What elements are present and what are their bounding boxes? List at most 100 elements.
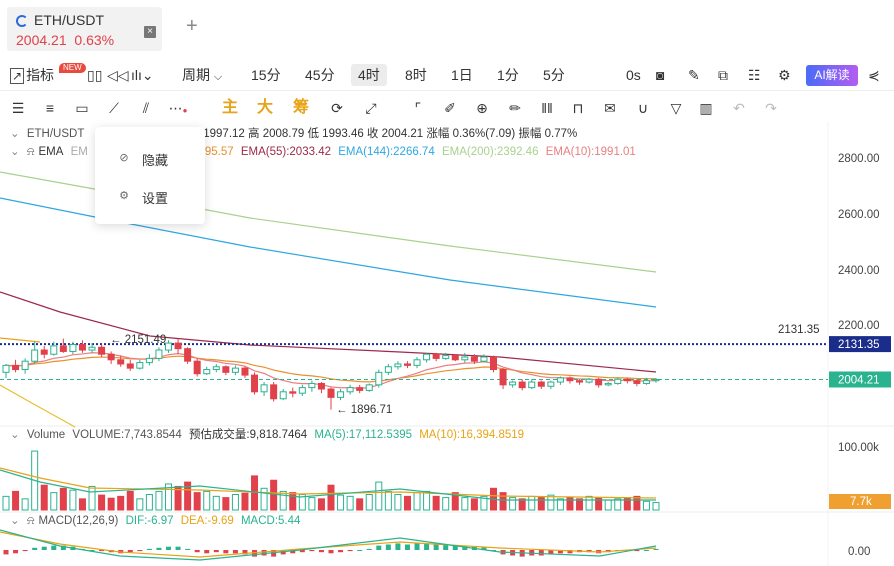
macd-bar xyxy=(261,550,267,556)
candle-body xyxy=(212,366,220,371)
candle-body xyxy=(327,388,335,398)
volume-bar xyxy=(203,490,211,511)
candle-body xyxy=(251,374,259,393)
zoom-icon[interactable]: ⊕ xyxy=(472,98,492,118)
more-icon[interactable]: ⋯● xyxy=(168,98,188,118)
candle-body xyxy=(98,346,106,355)
bell-icon[interactable]: ⍾ xyxy=(27,515,35,527)
copy-icon[interactable]: ⧉ xyxy=(718,66,728,84)
ai-analysis-button[interactable]: AI解读 xyxy=(806,65,858,86)
measure-icon[interactable]: ⤢ xyxy=(361,98,381,118)
bell-icon[interactable]: ⍾ xyxy=(27,146,35,158)
macd-legend: ⌄ ⍾ MACD(12,26,9) DIF:-6.97 DEA:-9.69 MAC… xyxy=(10,514,304,528)
chevron-down-icon[interactable]: ⌄ xyxy=(10,515,20,527)
macd-bar xyxy=(213,550,219,553)
parallel-line-icon[interactable]: ⫽ xyxy=(136,98,156,118)
macd-bar xyxy=(185,548,191,550)
close-icon[interactable]: × xyxy=(144,26,156,38)
chevron-down-icon[interactable]: ⌄ xyxy=(10,146,20,158)
period-1d[interactable]: 1日 xyxy=(451,66,473,84)
volume-bar xyxy=(317,498,325,511)
period-1m[interactable]: 1分 xyxy=(497,66,519,84)
note-icon[interactable]: ✉ xyxy=(600,98,620,118)
refresh-icon[interactable]: ⟳ xyxy=(327,98,347,118)
candle-body xyxy=(145,357,153,364)
candle-body xyxy=(423,353,431,361)
candle-body xyxy=(480,356,488,362)
chevron-down-icon[interactable]: ⌄ xyxy=(10,128,20,140)
list-icon[interactable]: ☷ xyxy=(748,66,761,84)
menu-icon[interactable]: ☰ xyxy=(8,98,28,118)
settings-icon[interactable]: ⚙ xyxy=(778,66,791,84)
settings-label: 设置 xyxy=(142,191,169,206)
redo-icon[interactable]: ↷ xyxy=(761,98,781,118)
volume-bar xyxy=(117,495,125,511)
volume-bar xyxy=(308,497,316,511)
volume-bar xyxy=(50,492,58,511)
ema-label: EMA xyxy=(38,146,64,158)
volume-bar xyxy=(126,490,134,511)
tab-bar: ETH/USDT 2004.21 0.63% × + xyxy=(0,0,894,56)
macd-bar xyxy=(232,550,238,554)
chevron-down-icon[interactable]: ⌄ xyxy=(10,429,20,441)
ema55-value: EMA(55):2033.42 xyxy=(240,146,331,158)
alert-line-value: 2131.35 xyxy=(778,324,820,336)
rectangle-icon[interactable]: ▭ xyxy=(72,98,92,118)
period-5m[interactable]: 5分 xyxy=(543,66,565,84)
camera-icon[interactable]: ◙ xyxy=(656,66,664,84)
candle-body xyxy=(231,367,239,373)
trash-icon[interactable]: ▥ xyxy=(696,98,716,118)
macd-bar xyxy=(366,548,372,550)
indicator-button[interactable]: ↗ 指标 NEW xyxy=(10,63,86,85)
hamburger-icon[interactable]: ≡ xyxy=(40,98,60,118)
volume-bar xyxy=(384,490,392,511)
indicator-label: 指标 xyxy=(26,67,55,83)
volume-bar xyxy=(107,497,115,511)
main-indicator-button[interactable]: 主 xyxy=(220,98,240,118)
period-4h[interactable]: 4时 xyxy=(351,64,387,86)
volume-bar xyxy=(59,487,67,511)
chart-line-icon: ↗ xyxy=(10,68,25,84)
chip-button[interactable]: 筹 xyxy=(291,98,311,118)
gear-icon: ⚙ xyxy=(119,190,129,202)
legend-symbol: ETH/USDT xyxy=(26,128,85,140)
period-label: 周期 xyxy=(182,67,210,83)
macd-bar xyxy=(433,544,439,550)
macd-bar xyxy=(309,550,315,552)
candle-body xyxy=(642,380,650,384)
brush-icon[interactable]: ✏ xyxy=(505,98,525,118)
pen-icon[interactable]: ✎ xyxy=(688,66,700,84)
plus-icon[interactable]: + xyxy=(186,14,198,38)
ema10-line xyxy=(5,352,657,389)
layout-icon[interactable]: ▯▯ xyxy=(87,66,102,84)
macd-bar xyxy=(318,550,324,553)
lock-icon[interactable]: ⊓ xyxy=(568,98,588,118)
period-15m[interactable]: 15分 xyxy=(251,66,281,84)
replay-button[interactable]: 0s xyxy=(626,66,641,84)
bar-chart-icon[interactable]: ılı⌄ xyxy=(131,66,154,84)
big-order-button[interactable]: 大 xyxy=(255,98,275,118)
trend-line-icon[interactable]: ⟋ xyxy=(104,98,124,118)
candle-body xyxy=(222,366,230,373)
period-8h[interactable]: 8时 xyxy=(405,66,427,84)
ruler-icon[interactable]: ✐ xyxy=(440,98,460,118)
filter-icon[interactable]: ▽ xyxy=(666,98,686,118)
symbol-tab[interactable]: ETH/USDT 2004.21 0.63% × xyxy=(7,7,162,51)
eye-off-icon: ⊘ xyxy=(119,152,129,164)
undo-icon[interactable]: ↶ xyxy=(729,98,749,118)
period-dropdown[interactable]: 周期 ⌵ xyxy=(182,66,222,86)
crop-icon[interactable]: ⌜ xyxy=(408,98,428,118)
candle-body xyxy=(270,384,278,400)
volume-bar xyxy=(337,494,345,511)
high-annotation: ← 2151.49 xyxy=(110,334,166,346)
rewind-icon[interactable]: ◁◁ xyxy=(107,66,129,84)
period-45m[interactable]: 45分 xyxy=(305,66,335,84)
macd-bar xyxy=(338,550,344,553)
magnet-icon[interactable]: ∪ xyxy=(633,98,653,118)
chevron-down-icon: ⌵ xyxy=(213,71,223,83)
share-icon[interactable]: ⋞ xyxy=(868,66,880,84)
period-bar: ↗ 指标 NEW ▯▯ ◁◁ ılı⌄ 周期 ⌵ 15分 45分 4时 8时 1日… xyxy=(0,60,894,90)
candle-body xyxy=(614,378,622,384)
candle-body xyxy=(241,367,249,376)
candles-icon[interactable]: ‖‖ xyxy=(537,98,557,118)
